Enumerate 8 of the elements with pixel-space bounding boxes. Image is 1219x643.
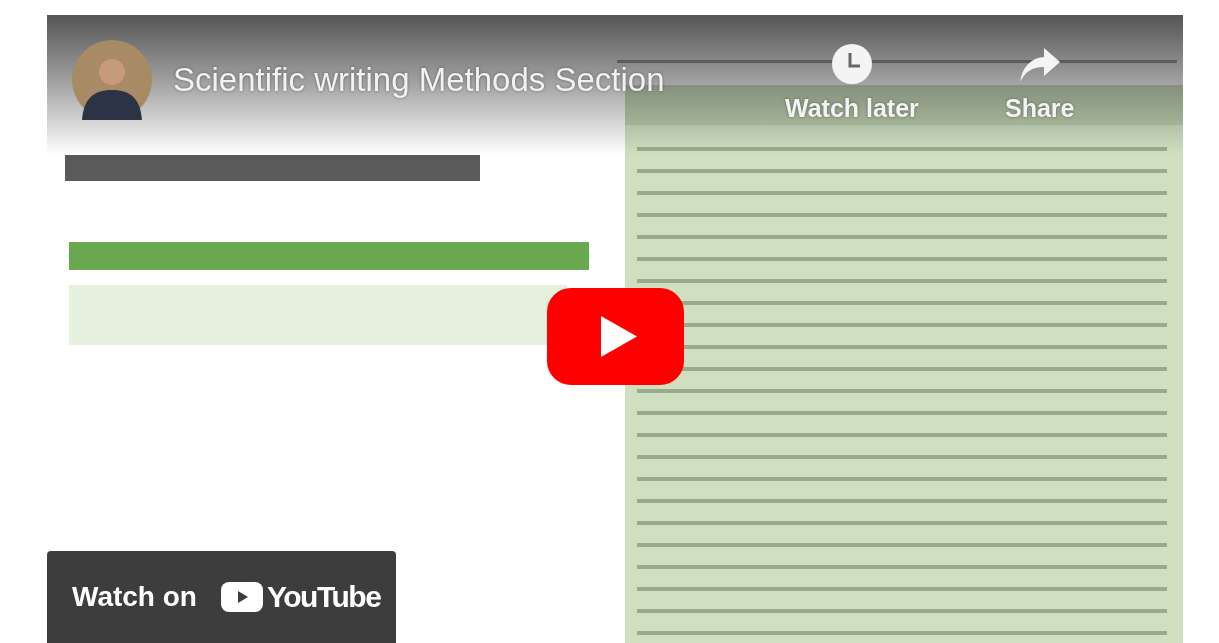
play-button[interactable] <box>547 288 684 385</box>
video-title[interactable]: Scientific writing Methods Section <box>173 61 665 99</box>
clock-icon <box>829 42 874 86</box>
youtube-logo-icon <box>220 582 263 612</box>
avatar[interactable] <box>72 40 152 120</box>
watch-later-button[interactable]: Watch later <box>785 42 919 123</box>
watch-on-youtube-button[interactable]: Watch on YouTube <box>47 551 396 643</box>
share-button[interactable]: Share <box>1005 42 1075 123</box>
